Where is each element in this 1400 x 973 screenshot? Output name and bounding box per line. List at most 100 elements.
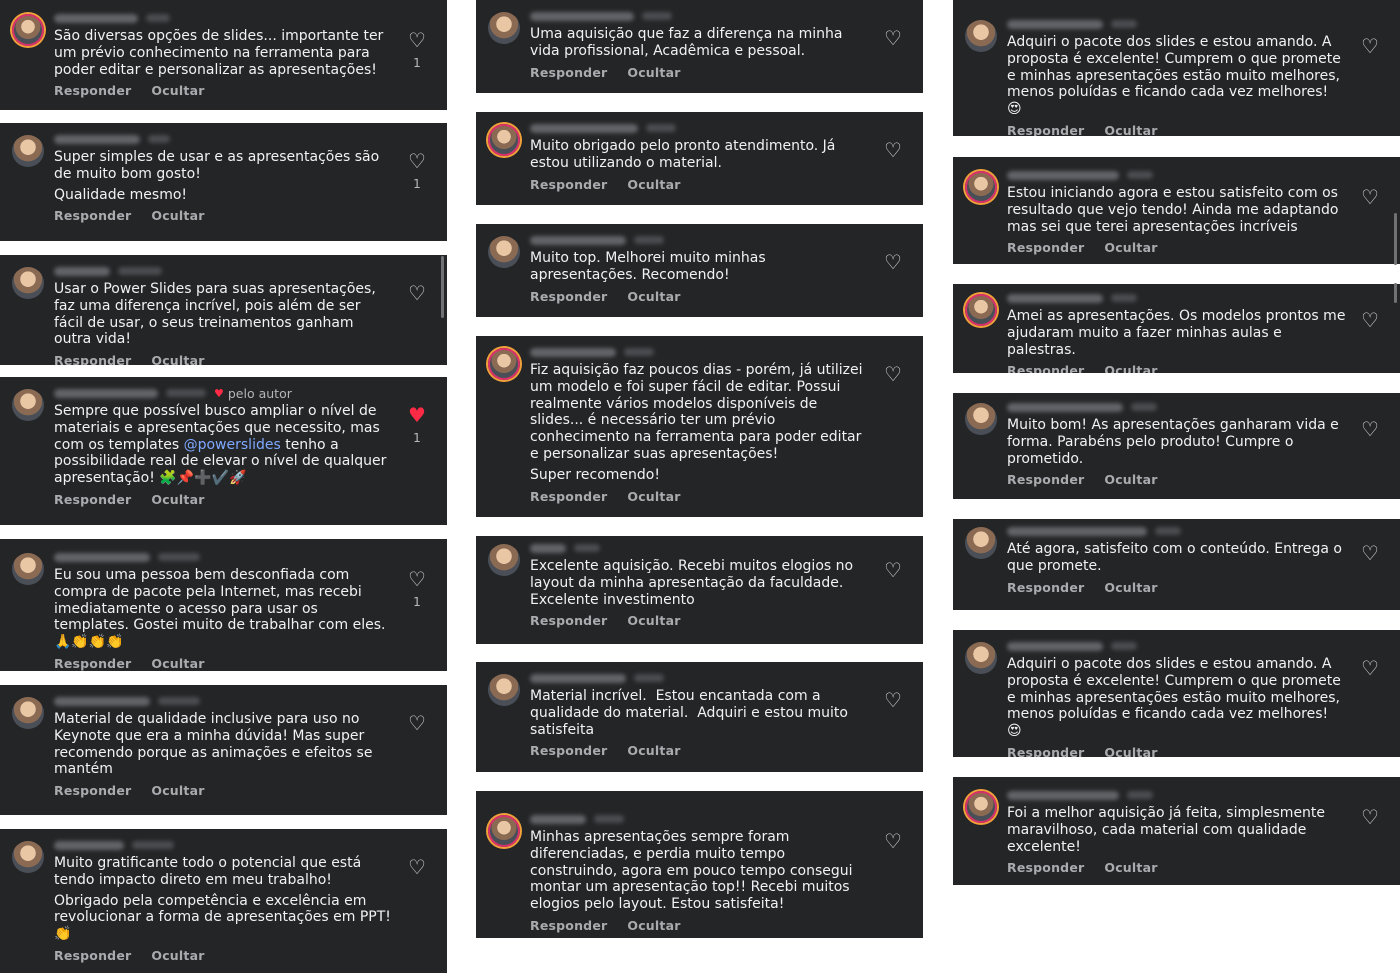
avatar[interactable] bbox=[488, 674, 520, 706]
reply-button[interactable]: Responder bbox=[530, 289, 607, 304]
reply-button[interactable]: Responder bbox=[530, 743, 607, 758]
heart-icon[interactable]: ♡ bbox=[883, 28, 903, 48]
heart-icon[interactable]: ♡ bbox=[407, 713, 427, 733]
reply-button[interactable]: Responder bbox=[530, 918, 607, 933]
avatar[interactable] bbox=[12, 697, 44, 729]
hide-button[interactable]: Ocultar bbox=[151, 353, 204, 365]
hide-button[interactable]: Ocultar bbox=[151, 948, 204, 963]
reply-button[interactable]: Responder bbox=[530, 177, 607, 192]
reply-button[interactable]: Responder bbox=[530, 613, 607, 628]
mention-link[interactable]: @powerslides bbox=[184, 437, 281, 453]
username-blurred[interactable] bbox=[530, 11, 634, 21]
avatar[interactable] bbox=[488, 12, 520, 44]
heart-icon[interactable]: ♡ bbox=[407, 151, 427, 171]
username-blurred[interactable] bbox=[530, 235, 626, 245]
avatar[interactable] bbox=[965, 791, 997, 823]
heart-icon[interactable]: ♡ bbox=[1360, 310, 1380, 330]
username-blurred[interactable] bbox=[530, 123, 638, 133]
heart-icon[interactable]: ♡ bbox=[883, 364, 903, 384]
reply-button[interactable]: Responder bbox=[1007, 860, 1084, 875]
hide-button[interactable]: Ocultar bbox=[151, 492, 204, 507]
hide-button[interactable]: Ocultar bbox=[1104, 123, 1157, 136]
heart-icon[interactable]: ♡ bbox=[883, 560, 903, 580]
scrollbar[interactable] bbox=[441, 256, 444, 318]
hide-button[interactable]: Ocultar bbox=[627, 177, 680, 192]
hide-button[interactable]: Ocultar bbox=[1104, 363, 1157, 373]
username-blurred[interactable] bbox=[54, 552, 150, 562]
heart-icon[interactable]: ♡ bbox=[1360, 187, 1380, 207]
avatar[interactable] bbox=[12, 553, 44, 585]
heart-icon[interactable]: ♡ bbox=[407, 569, 427, 589]
hide-button[interactable]: Ocultar bbox=[1104, 580, 1157, 595]
hide-button[interactable]: Ocultar bbox=[1104, 472, 1157, 487]
username-blurred[interactable] bbox=[54, 13, 138, 23]
reply-button[interactable]: Responder bbox=[54, 783, 131, 798]
avatar[interactable] bbox=[488, 236, 520, 268]
heart-icon[interactable]: ♥ bbox=[407, 405, 427, 425]
avatar[interactable] bbox=[965, 403, 997, 435]
username-blurred[interactable] bbox=[1007, 526, 1147, 536]
avatar[interactable] bbox=[12, 135, 44, 167]
hide-button[interactable]: Ocultar bbox=[627, 489, 680, 504]
username-blurred[interactable] bbox=[1007, 293, 1103, 303]
username-blurred[interactable] bbox=[1007, 170, 1119, 180]
hide-button[interactable]: Ocultar bbox=[1104, 240, 1157, 255]
heart-icon[interactable]: ♡ bbox=[407, 30, 427, 50]
username-blurred[interactable] bbox=[54, 266, 110, 276]
reply-button[interactable]: Responder bbox=[1007, 363, 1084, 373]
hide-button[interactable]: Ocultar bbox=[151, 656, 204, 671]
reply-button[interactable]: Responder bbox=[1007, 240, 1084, 255]
avatar[interactable] bbox=[12, 14, 44, 46]
avatar[interactable] bbox=[488, 348, 520, 380]
username-blurred[interactable] bbox=[530, 673, 626, 683]
hide-button[interactable]: Ocultar bbox=[151, 783, 204, 798]
username-blurred[interactable] bbox=[1007, 641, 1103, 651]
hide-button[interactable]: Ocultar bbox=[627, 918, 680, 933]
hide-button[interactable]: Ocultar bbox=[627, 289, 680, 304]
avatar[interactable] bbox=[488, 815, 520, 847]
username-blurred[interactable] bbox=[54, 388, 158, 398]
heart-icon[interactable]: ♡ bbox=[1360, 36, 1380, 56]
reply-button[interactable]: Responder bbox=[1007, 123, 1084, 136]
heart-icon[interactable]: ♡ bbox=[1360, 807, 1380, 827]
reply-button[interactable]: Responder bbox=[54, 492, 131, 507]
avatar[interactable] bbox=[488, 544, 520, 576]
hide-button[interactable]: Ocultar bbox=[1104, 860, 1157, 875]
reply-button[interactable]: Responder bbox=[54, 948, 131, 963]
username-blurred[interactable] bbox=[1007, 402, 1123, 412]
scrollbar[interactable] bbox=[1394, 283, 1397, 303]
heart-icon[interactable]: ♡ bbox=[407, 283, 427, 303]
hide-button[interactable]: Ocultar bbox=[627, 65, 680, 80]
hide-button[interactable]: Ocultar bbox=[1104, 745, 1157, 757]
username-blurred[interactable] bbox=[530, 347, 616, 357]
reply-button[interactable]: Responder bbox=[1007, 472, 1084, 487]
heart-icon[interactable]: ♡ bbox=[883, 252, 903, 272]
avatar[interactable] bbox=[12, 841, 44, 873]
avatar[interactable] bbox=[965, 527, 997, 559]
heart-icon[interactable]: ♡ bbox=[1360, 419, 1380, 439]
avatar[interactable] bbox=[12, 389, 44, 421]
heart-icon[interactable]: ♡ bbox=[1360, 658, 1380, 678]
reply-button[interactable]: Responder bbox=[530, 65, 607, 80]
username-blurred[interactable] bbox=[54, 134, 140, 144]
username-blurred[interactable] bbox=[1007, 790, 1119, 800]
avatar[interactable] bbox=[965, 20, 997, 52]
avatar[interactable] bbox=[965, 171, 997, 203]
hide-button[interactable]: Ocultar bbox=[627, 613, 680, 628]
username-blurred[interactable] bbox=[530, 543, 566, 553]
hide-button[interactable]: Ocultar bbox=[627, 743, 680, 758]
hide-button[interactable]: Ocultar bbox=[151, 83, 204, 98]
reply-button[interactable]: Responder bbox=[54, 353, 131, 365]
heart-icon[interactable]: ♡ bbox=[1360, 543, 1380, 563]
heart-icon[interactable]: ♡ bbox=[883, 831, 903, 851]
reply-button[interactable]: Responder bbox=[530, 489, 607, 504]
avatar[interactable] bbox=[12, 267, 44, 299]
username-blurred[interactable] bbox=[1007, 19, 1103, 29]
reply-button[interactable]: Responder bbox=[54, 83, 131, 98]
reply-button[interactable]: Responder bbox=[1007, 580, 1084, 595]
heart-icon[interactable]: ♡ bbox=[883, 140, 903, 160]
username-blurred[interactable] bbox=[54, 696, 150, 706]
heart-icon[interactable]: ♡ bbox=[883, 690, 903, 710]
scrollbar[interactable] bbox=[1394, 213, 1397, 265]
avatar[interactable] bbox=[965, 294, 997, 326]
